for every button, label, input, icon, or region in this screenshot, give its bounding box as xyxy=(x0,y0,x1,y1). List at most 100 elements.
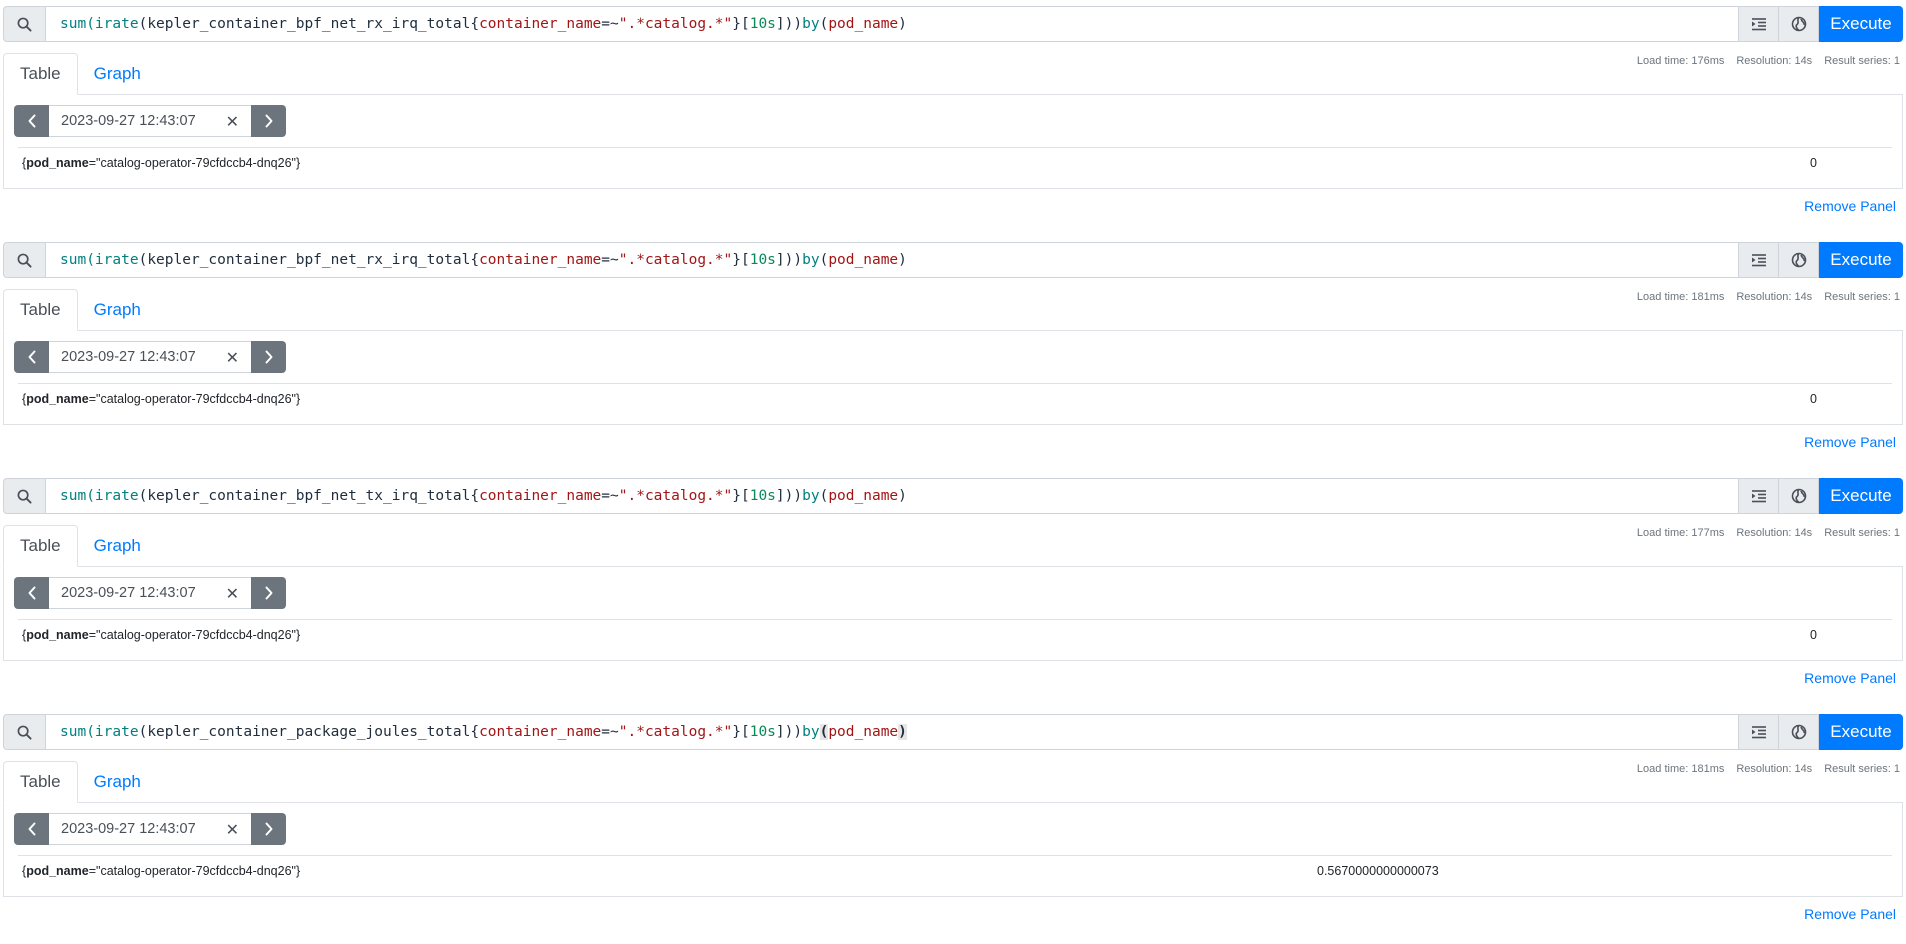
clear-time-icon[interactable]: ✕ xyxy=(226,112,239,132)
query-expression-input[interactable]: sum(irate(kepler_container_package_joule… xyxy=(45,714,1739,750)
remove-panel-button[interactable]: Remove Panel xyxy=(1804,906,1896,922)
next-time-button[interactable] xyxy=(251,105,286,137)
metrics-explorer-icon[interactable] xyxy=(1779,6,1819,42)
query-bracket: [ xyxy=(740,16,750,32)
execute-button[interactable]: Execute xyxy=(1819,478,1903,514)
series-value: 0 xyxy=(1810,392,1817,406)
query-expression-input[interactable]: sum(irate(kepler_container_bpf_net_rx_ir… xyxy=(45,6,1739,42)
eval-time-value: 2023-09-27 12:43:07 xyxy=(61,585,196,601)
query-brace: { xyxy=(470,488,480,504)
query-paren: ) xyxy=(898,488,907,504)
tab-graph[interactable]: Graph xyxy=(78,525,157,567)
query-paren: ) xyxy=(898,16,907,32)
eval-time-input[interactable]: 2023-09-27 12:43:07 ✕ xyxy=(49,577,251,609)
query-paren: ( xyxy=(138,724,148,740)
eval-time-input[interactable]: 2023-09-27 12:43:07 ✕ xyxy=(49,341,251,373)
load-time: Load time: 181ms xyxy=(1636,291,1725,303)
query-bar: sum(irate(kepler_container_bpf_net_rx_ir… xyxy=(3,242,1903,278)
query-fn2: irate xyxy=(94,488,139,504)
series-value: 0 xyxy=(1810,156,1817,170)
tab-graph[interactable]: Graph xyxy=(78,53,157,95)
tab-graph[interactable]: Graph xyxy=(78,761,157,803)
query-op: =~ xyxy=(601,724,619,740)
clear-time-icon[interactable]: ✕ xyxy=(226,348,239,368)
series-label-value: ="catalog-operator-79cfdccb4-dnq26"} xyxy=(88,392,301,406)
query-label: container_name xyxy=(479,724,602,740)
format-expression-icon[interactable] xyxy=(1739,242,1779,278)
query-stats: Load time: 177ms Resolution: 14s Result … xyxy=(1637,527,1900,539)
query-panel: sum(irate(kepler_container_bpf_net_tx_ir… xyxy=(0,472,1906,708)
view-tabs: Table Graph xyxy=(3,53,157,95)
tab-table[interactable]: Table xyxy=(3,289,78,331)
query-keyword: by xyxy=(802,252,820,268)
series-label: {pod_name="catalog-operator-79cfdccb4-dn… xyxy=(22,628,300,642)
next-time-button[interactable] xyxy=(251,341,286,373)
resolution: Resolution: 14s xyxy=(1736,291,1813,303)
query-metric: kepler_container_package_joules_total xyxy=(147,724,471,740)
query-paren: ( xyxy=(138,488,148,504)
query-op: =~ xyxy=(601,488,619,504)
execute-button[interactable]: Execute xyxy=(1819,6,1903,42)
query-grouping-label: pod_name xyxy=(828,488,899,504)
next-time-button[interactable] xyxy=(251,813,286,845)
format-expression-icon[interactable] xyxy=(1739,478,1779,514)
previous-time-button[interactable] xyxy=(14,341,49,373)
query-tail: ])) xyxy=(775,488,803,504)
result-series: Result series: 1 xyxy=(1824,55,1900,67)
query-metric: kepler_container_bpf_net_rx_irq_total xyxy=(147,252,471,268)
query-expression-input[interactable]: sum(irate(kepler_container_bpf_net_tx_ir… xyxy=(45,478,1739,514)
previous-time-button[interactable] xyxy=(14,813,49,845)
format-expression-icon[interactable] xyxy=(1739,6,1779,42)
query-duration: 10s xyxy=(749,488,776,504)
tab-graph[interactable]: Graph xyxy=(78,289,157,331)
query-panel: sum(irate(kepler_container_package_joule… xyxy=(0,708,1906,944)
query-brace: } xyxy=(732,252,741,268)
query-fn2: irate xyxy=(94,724,139,740)
clear-time-icon[interactable]: ✕ xyxy=(226,584,239,604)
query-op: =~ xyxy=(601,252,619,268)
query-bracket: [ xyxy=(740,724,750,740)
eval-time-input[interactable]: 2023-09-27 12:43:07 ✕ xyxy=(49,813,251,845)
remove-panel-button[interactable]: Remove Panel xyxy=(1804,198,1896,214)
eval-time-input[interactable]: 2023-09-27 12:43:07 ✕ xyxy=(49,105,251,137)
tab-table[interactable]: Table xyxy=(3,761,78,803)
metrics-explorer-icon[interactable] xyxy=(1779,242,1819,278)
query-label: container_name xyxy=(479,488,602,504)
query-fn2: irate xyxy=(94,16,139,32)
previous-time-button[interactable] xyxy=(14,105,49,137)
query-paren: ( xyxy=(819,252,829,268)
tab-table[interactable]: Table xyxy=(3,53,78,95)
next-time-button[interactable] xyxy=(251,577,286,609)
query-stats: Load time: 181ms Resolution: 14s Result … xyxy=(1637,763,1900,775)
previous-time-button[interactable] xyxy=(14,577,49,609)
tab-table[interactable]: Table xyxy=(3,525,78,567)
result-series: Result series: 1 xyxy=(1824,291,1900,303)
format-expression-icon[interactable] xyxy=(1739,714,1779,750)
query-expression-input[interactable]: sum(irate(kepler_container_bpf_net_rx_ir… xyxy=(45,242,1739,278)
clear-time-icon[interactable]: ✕ xyxy=(226,820,239,840)
query-duration: 10s xyxy=(749,16,776,32)
query-bracket: [ xyxy=(740,488,750,504)
metrics-explorer-icon[interactable] xyxy=(1779,714,1819,750)
query-brace: { xyxy=(470,16,480,32)
table-view: 2023-09-27 12:43:07 ✕ {pod_name="catalog… xyxy=(3,94,1903,189)
query-stats: Load time: 176ms Resolution: 14s Result … xyxy=(1637,55,1900,67)
result-series: Result series: 1 xyxy=(1824,763,1900,775)
execute-button[interactable]: Execute xyxy=(1819,242,1903,278)
query-stats: Load time: 181ms Resolution: 14s Result … xyxy=(1637,291,1900,303)
remove-panel-button[interactable]: Remove Panel xyxy=(1804,434,1896,450)
metrics-explorer-icon[interactable] xyxy=(1779,478,1819,514)
query-brace: } xyxy=(732,488,741,504)
search-icon xyxy=(3,478,45,514)
series-label: {pod_name="catalog-operator-79cfdccb4-dn… xyxy=(22,864,300,878)
result-series: Result series: 1 xyxy=(1824,527,1900,539)
execute-button[interactable]: Execute xyxy=(1819,714,1903,750)
series-label-name: pod_name xyxy=(26,392,89,406)
query-keyword: by xyxy=(802,16,820,32)
remove-panel-button[interactable]: Remove Panel xyxy=(1804,670,1896,686)
query-bracket: [ xyxy=(740,252,750,268)
query-bar: sum(irate(kepler_container_package_joule… xyxy=(3,714,1903,750)
query-bar: sum(irate(kepler_container_bpf_net_rx_ir… xyxy=(3,6,1903,42)
query-paren-highlight: ) xyxy=(898,724,907,740)
series-label-name: pod_name xyxy=(26,864,89,878)
